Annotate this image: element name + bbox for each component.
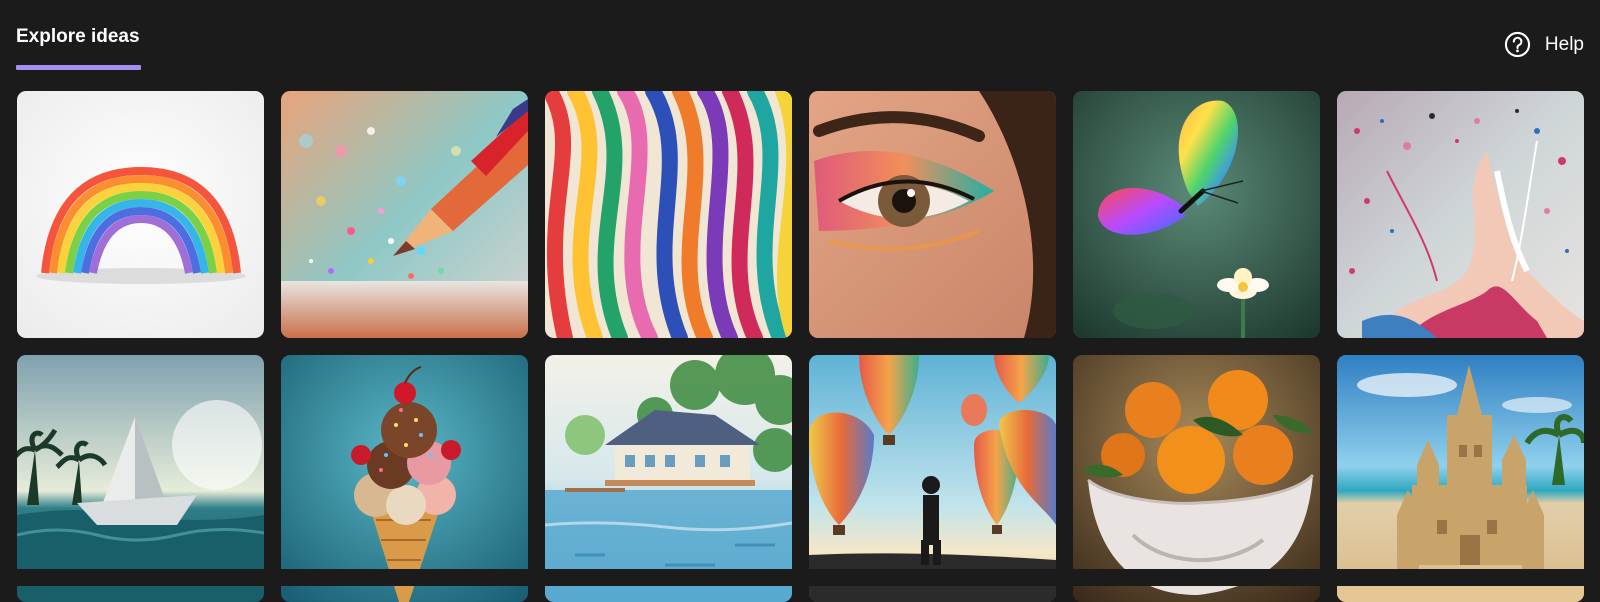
bottom-edge — [0, 569, 1600, 586]
help-circle-icon — [1504, 31, 1531, 58]
tab-explore-ideas[interactable]: Explore ideas — [16, 26, 140, 48]
sand-castle-image — [1337, 355, 1584, 602]
eye-makeup-image — [809, 91, 1056, 338]
oranges-bowl-image — [1073, 355, 1320, 602]
ribbons-image — [545, 91, 792, 338]
idea-card-lake-house[interactable] — [545, 355, 792, 602]
paper-boat-image — [17, 355, 264, 602]
paint-splash-image — [1337, 91, 1584, 338]
idea-card-paper-boat[interactable] — [17, 355, 264, 602]
lake-house-image — [545, 355, 792, 602]
idea-card-pencil-glitter[interactable] — [281, 91, 528, 338]
idea-card-eye-makeup[interactable] — [809, 91, 1056, 338]
hot-air-balloons-image — [809, 355, 1056, 602]
idea-grid — [17, 91, 1584, 602]
idea-card-paint-splash[interactable] — [1337, 91, 1584, 338]
help-button[interactable]: Help — [1504, 31, 1584, 58]
idea-card-butterfly[interactable] — [1073, 91, 1320, 338]
ice-cream-image — [281, 355, 528, 602]
idea-card-paper-rainbow[interactable] — [17, 91, 264, 338]
idea-card-hot-air-balloons[interactable] — [809, 355, 1056, 602]
idea-card-oranges-bowl[interactable] — [1073, 355, 1320, 602]
idea-card-ribbons[interactable] — [545, 91, 792, 338]
idea-card-ice-cream[interactable] — [281, 355, 528, 602]
help-label: Help — [1544, 33, 1584, 55]
paper-rainbow-image — [17, 91, 264, 338]
idea-card-sand-castle[interactable] — [1337, 355, 1584, 602]
pencil-glitter-image — [281, 91, 528, 338]
butterfly-image — [1073, 91, 1320, 338]
header: Explore ideas Help — [0, 0, 1600, 80]
active-tab-indicator — [16, 65, 141, 70]
